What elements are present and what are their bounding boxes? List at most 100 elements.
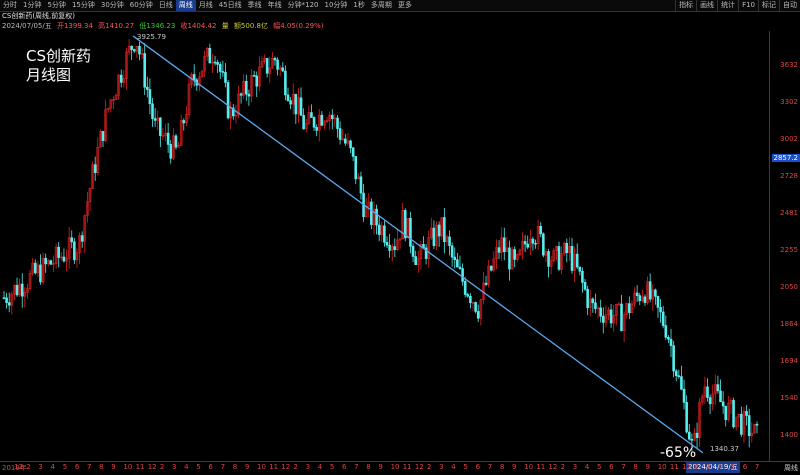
candle-body bbox=[433, 228, 435, 246]
toolbar-right-item-5[interactable]: 自动 bbox=[779, 0, 800, 11]
candle-body bbox=[214, 62, 216, 63]
candle-body bbox=[378, 225, 380, 235]
toolbar-right-item-4[interactable]: 标记 bbox=[758, 0, 779, 11]
period-tab-2[interactable]: 5分钟 bbox=[44, 0, 68, 11]
candle-body bbox=[748, 416, 750, 436]
candle-body bbox=[746, 411, 748, 415]
candle-body bbox=[21, 284, 23, 296]
x-tick-label: 9 bbox=[245, 463, 249, 471]
candle-body bbox=[688, 432, 690, 439]
toolbar-right-item-3[interactable]: F10 bbox=[738, 0, 758, 11]
x-tick-label: 10 bbox=[123, 463, 132, 471]
candle-body bbox=[691, 439, 693, 440]
candle-body bbox=[670, 339, 672, 345]
candle-body bbox=[639, 296, 641, 301]
x-tick-label: 4 bbox=[51, 463, 55, 471]
candle-body bbox=[3, 298, 5, 299]
toolbar-right-item-0[interactable]: 指标 bbox=[675, 0, 696, 11]
period-tab-14[interactable]: 1秒 bbox=[350, 0, 367, 11]
period-toolbar: 分时1分钟5分钟15分钟30分钟60分钟日线周线月线45日线季线年线分钟*120… bbox=[0, 0, 800, 12]
period-tab-13[interactable]: 10分钟 bbox=[322, 0, 351, 11]
period-tab-12[interactable]: 分钟*120 bbox=[285, 0, 322, 11]
candle-body bbox=[451, 246, 453, 257]
x-tick-label: 7 bbox=[755, 463, 759, 471]
x-tick-label: 12 bbox=[281, 463, 290, 471]
candle-body bbox=[389, 245, 391, 250]
candle-body bbox=[571, 246, 573, 270]
candle-body bbox=[360, 177, 362, 193]
bar-date: 2024/07/05/五 bbox=[2, 22, 52, 30]
candle-body bbox=[383, 226, 385, 243]
period-tab-10[interactable]: 季线 bbox=[245, 0, 265, 11]
x-tick-label: 7 bbox=[87, 463, 91, 471]
peak-label: 3925.79 bbox=[137, 33, 166, 41]
x-tick-label: 8 bbox=[233, 463, 237, 471]
period-tab-4[interactable]: 30分钟 bbox=[98, 0, 127, 11]
x-tick-label: 8 bbox=[99, 463, 103, 471]
period-tab-7[interactable]: 周线 bbox=[176, 0, 196, 11]
period-tab-6[interactable]: 日线 bbox=[156, 0, 176, 11]
candle-body bbox=[686, 402, 688, 432]
x-tick-label: 6 bbox=[208, 463, 212, 471]
candle-body bbox=[295, 94, 297, 114]
candle-body bbox=[644, 297, 646, 303]
candle-body bbox=[170, 144, 172, 158]
x-tick-label: 7 bbox=[221, 463, 225, 471]
y-tick-label: 3302 bbox=[780, 98, 798, 106]
trough-label: 1340.37 bbox=[710, 445, 739, 453]
x-tick-label: 12 bbox=[148, 463, 157, 471]
period-tab-5[interactable]: 60分钟 bbox=[127, 0, 156, 11]
x-tick-label: 11 bbox=[136, 463, 145, 471]
x-tick-label: 11 bbox=[536, 463, 545, 471]
candle-body bbox=[709, 398, 711, 404]
candle-body bbox=[610, 310, 612, 323]
change-value: 幅4.05(0.29%) bbox=[273, 22, 323, 30]
toolbar-right-item-2[interactable]: 统计 bbox=[717, 0, 738, 11]
candle-body bbox=[300, 98, 302, 116]
period-tab-16[interactable]: 更多 bbox=[395, 0, 415, 11]
period-tab-8[interactable]: 月线 bbox=[196, 0, 216, 11]
candle-body bbox=[321, 115, 323, 125]
candle-body bbox=[438, 225, 440, 236]
candle-body bbox=[594, 303, 596, 309]
candle-body bbox=[290, 101, 292, 105]
x-tick-label: 10 bbox=[391, 463, 400, 471]
x-tick-label: 6 bbox=[75, 463, 79, 471]
candle-body bbox=[224, 72, 226, 82]
y-tick-label: 2728 bbox=[780, 172, 798, 180]
candle-body bbox=[683, 389, 685, 402]
x-tick-label: 2 bbox=[160, 463, 164, 471]
trend-line[interactable] bbox=[133, 36, 703, 453]
x-tick-label: 9 bbox=[378, 463, 382, 471]
candle-body bbox=[34, 263, 36, 273]
period-tab-0[interactable]: 分时 bbox=[0, 0, 20, 11]
period-tab-3[interactable]: 15分钟 bbox=[69, 0, 98, 11]
candle-body bbox=[222, 71, 224, 72]
x-tick-label: 7 bbox=[354, 463, 358, 471]
x-tick-label: 11 bbox=[403, 463, 412, 471]
candle-body bbox=[733, 400, 735, 426]
candle-body bbox=[628, 304, 630, 313]
period-tab-15[interactable]: 多周期 bbox=[368, 0, 395, 11]
x-tick-label: 11 bbox=[670, 463, 679, 471]
candle-body bbox=[102, 131, 104, 140]
low-value: 低1346.23 bbox=[139, 22, 175, 30]
x-tick-label: 9 bbox=[111, 463, 115, 471]
x-tick-label: 2 bbox=[694, 463, 698, 471]
x-tick-label: 3 bbox=[172, 463, 176, 471]
y-tick-label: 3002 bbox=[780, 135, 798, 143]
candle-body bbox=[50, 261, 52, 265]
candle-body bbox=[722, 402, 724, 406]
y-tick-label: 3632 bbox=[780, 61, 798, 69]
toolbar-right-item-1[interactable]: 画线 bbox=[696, 0, 717, 11]
x-tick-label: 5 bbox=[597, 463, 601, 471]
candle-body bbox=[665, 326, 667, 338]
candlestick-chart[interactable] bbox=[0, 31, 770, 461]
candle-body bbox=[94, 165, 96, 173]
candle-body bbox=[717, 385, 719, 391]
period-tab-1[interactable]: 1分钟 bbox=[20, 0, 44, 11]
period-tab-9[interactable]: 45日线 bbox=[216, 0, 245, 11]
period-tab-11[interactable]: 年线 bbox=[265, 0, 285, 11]
candle-body bbox=[725, 406, 727, 420]
candle-body bbox=[146, 87, 148, 89]
